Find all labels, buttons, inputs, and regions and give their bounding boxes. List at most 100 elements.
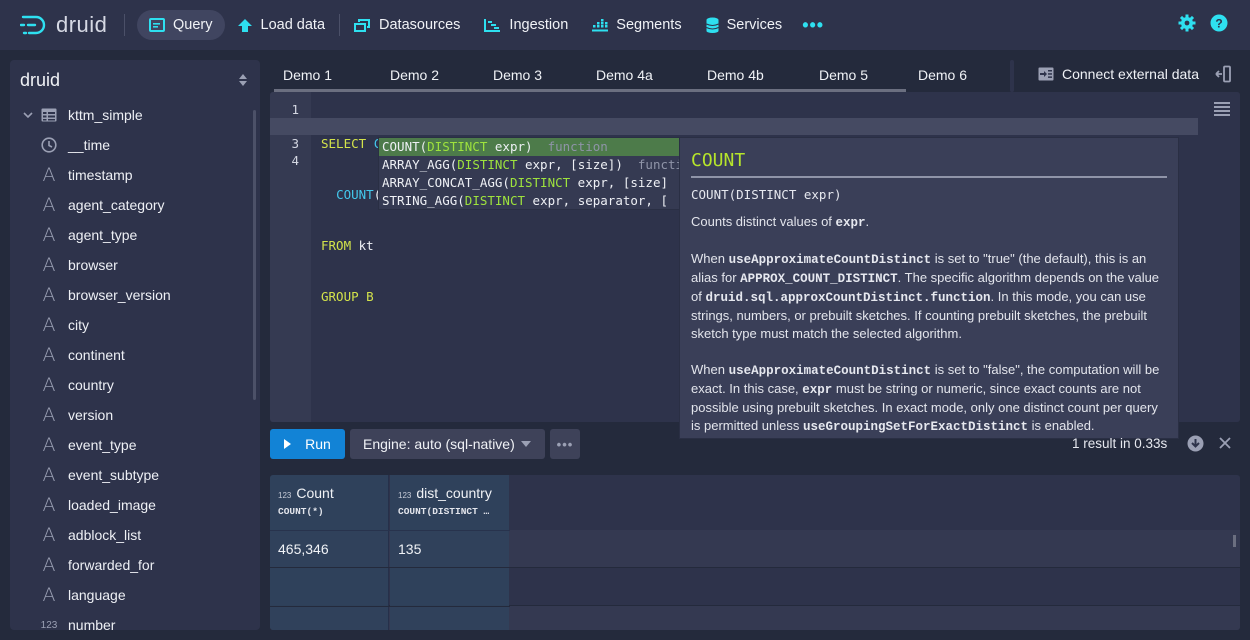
run-button[interactable]: Run [270,429,345,459]
download-icon[interactable] [1187,435,1204,452]
tab-demo-3[interactable]: Demo 3 [481,60,584,92]
doc-signature: COUNT(DISTINCT expr) [691,187,1167,202]
nav-load-data-label: Load data [261,17,326,33]
tree-column[interactable]: Aforwarded_for [10,550,260,580]
string-type-icon: A [43,284,56,306]
ingestion-icon [484,18,501,32]
tree-column[interactable]: Aloaded_image [10,490,260,520]
tab-label: Demo 5 [819,67,868,83]
tab-demo-5[interactable]: Demo 5 [807,60,906,92]
string-type-icon: A [43,434,56,456]
engine-select[interactable]: Engine: auto (sql-native) [350,429,545,459]
collapse-panel-icon[interactable] [1214,65,1232,83]
column-header[interactable]: 123Count COUNT(*) [270,475,388,530]
number-type-icon: 123 [41,620,58,631]
column-name: dist_country [416,485,491,501]
nav-divider [339,14,340,36]
nav-query[interactable]: Query [137,10,225,40]
column-name: __time [68,137,110,153]
nav-more-button[interactable]: ••• [794,15,832,36]
column-name: number [68,617,115,630]
tree-table-kttm-simple[interactable]: kttm_simple [10,100,260,130]
autocomplete-kw: DISTINCT [427,139,487,154]
tree-column[interactable]: Abrowser [10,250,260,280]
string-type-icon: A [43,524,56,546]
column-name: adblock_list [68,527,141,543]
hamburger-menu-icon[interactable] [1214,102,1230,116]
connect-external-data-button[interactable]: Connect external data [1038,66,1199,82]
tree-column[interactable]: Aevent_subtype [10,460,260,490]
tree-column[interactable]: Aevent_type [10,430,260,460]
gear-icon[interactable] [1178,14,1196,32]
line-number: 3 [270,135,311,152]
autocomplete-item[interactable]: ARRAY_CONCAT_AGG(DISTINCT expr, [size] [379,174,679,192]
autocomplete-item[interactable]: STRING_AGG(DISTINCT expr, separator, [ [379,192,679,210]
tree-column[interactable]: Aversion [10,400,260,430]
row-divider [270,530,510,531]
tab-demo-4b[interactable]: Demo 4b [695,60,807,92]
column-name: language [68,587,126,603]
column-expression: COUNT(DISTINCT … [398,506,509,517]
autocomplete-item[interactable]: COUNT(DISTINCT expr) function [379,138,679,156]
import-icon [1038,67,1054,81]
autocomplete-pre: STRING_AGG( [382,193,465,208]
column-header[interactable]: 123 dist_country COUNT(DISTINCT … [390,475,509,530]
tree-column[interactable]: Alanguage [10,580,260,610]
tab-demo-4a[interactable]: Demo 4a [584,60,695,92]
druid-logo[interactable]: druid [20,12,112,38]
token-function: COUNT [336,187,374,202]
nav-datasources-label: Datasources [379,17,460,33]
tree-column[interactable]: Acountry [10,370,260,400]
column-expression: COUNT(*) [278,506,388,517]
tab-demo-6[interactable]: Demo 6 [906,60,1004,92]
tree-column[interactable]: Aadblock_list [10,520,260,550]
autocomplete-meta: function [533,139,608,154]
string-type-icon: A [43,494,56,516]
help-icon[interactable]: ? [1210,14,1228,32]
tree-column[interactable]: Aagent_category [10,190,260,220]
autocomplete-item[interactable]: ARRAY_AGG(DISTINCT expr, [size]) functio… [379,156,679,174]
tree-column[interactable]: Acontinent [10,340,260,370]
tree-column[interactable]: __time [10,130,260,160]
nav-segments[interactable]: Segments [580,10,693,40]
chevron-down-icon[interactable] [23,112,33,119]
tree-column[interactable]: Abrowser_version [10,280,260,310]
results-scrollbar[interactable] [1233,535,1236,547]
autocomplete-post: expr) [487,139,532,154]
nav-segments-label: Segments [616,17,681,33]
tab-demo-2[interactable]: Demo 2 [378,60,481,92]
table-cell[interactable]: 135 [398,541,421,557]
results-table: 123Count COUNT(*) 123 dist_country COUNT(… [270,475,1240,630]
sidebar-scrollbar[interactable] [253,110,256,400]
tab-demo-1[interactable]: Demo 1 [274,60,378,92]
nav-datasources[interactable]: Datasources [342,10,472,40]
column-name: event_subtype [68,467,159,483]
tree-column[interactable]: Aagent_type [10,220,260,250]
autocomplete-meta: function [623,157,680,172]
string-type-icon: A [43,464,56,486]
autocomplete-pre: ARRAY_AGG( [382,157,457,172]
token-indent [321,187,336,202]
cloud-upload-icon [237,18,253,33]
number-type-icon: 123 [398,491,411,500]
table-cell[interactable]: 465,346 [278,541,329,557]
code-line-3: FROM kt [321,237,524,254]
column-name: Count [296,485,333,501]
nav-divider [124,14,125,36]
tree-column[interactable]: Atimestamp [10,160,260,190]
more-options-button[interactable]: ••• [550,429,580,459]
line-number-gutter: 1 2 3 4 [270,92,311,422]
nav-load-data[interactable]: Load data [225,10,338,40]
tree-column[interactable]: 123 number [10,610,260,630]
nav-ingestion[interactable]: Ingestion [472,10,580,40]
tree-column[interactable]: Acity [10,310,260,340]
autocomplete-post: expr, [size] [570,175,668,190]
nav-services[interactable]: Services [694,10,795,40]
schema-selector[interactable]: druid [10,60,260,100]
tab-label: Demo 4a [596,67,653,83]
close-icon[interactable] [1218,436,1232,450]
editor-scrollbar[interactable] [1228,92,1240,422]
result-status: 1 result in 0.33s [1072,436,1167,451]
token-keyword: FROM [321,238,359,253]
segments-icon [592,18,608,32]
